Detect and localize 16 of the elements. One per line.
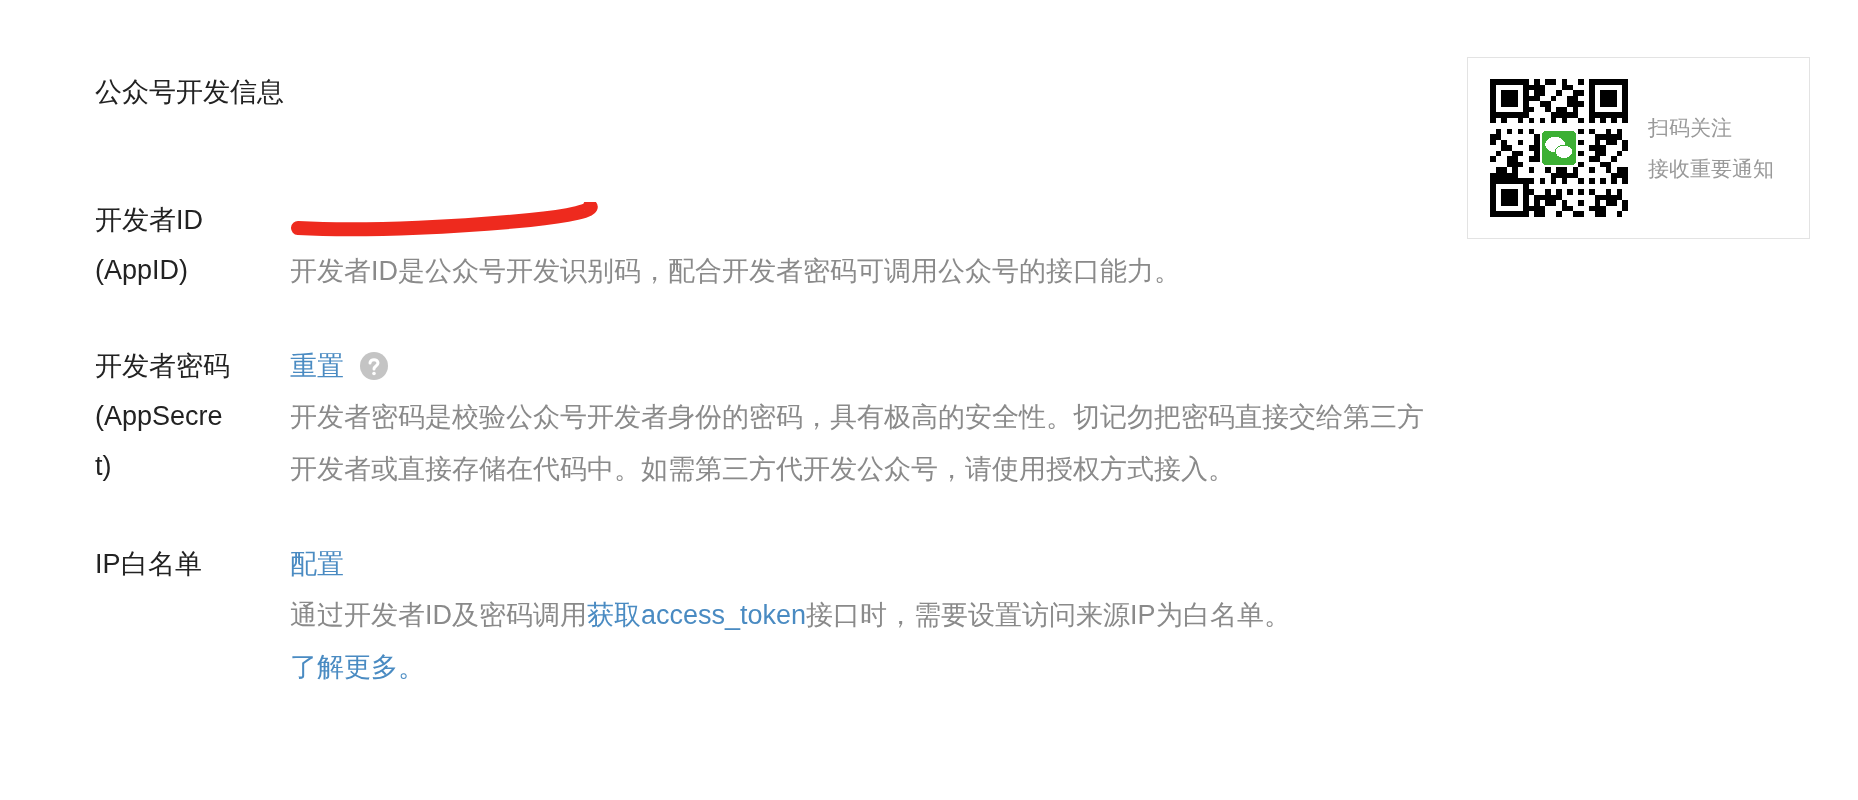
description: 开发者密码是校验公众号开发者身份的密码，具有极高的安全性。切记勿把密码直接交给第三方开发者或直接存储在代码中。如需第三方代开发公众号，请使用授权方式接入。 xyxy=(290,401,1424,486)
section-title: 公众号开发信息 xyxy=(95,76,285,109)
action-link[interactable]: 重置 xyxy=(290,345,344,387)
description: 开发者ID是公众号开发识别码，配合开发者密码可调用公众号的接口能力。 xyxy=(290,255,1181,288)
link[interactable]: 获取access_token xyxy=(587,600,807,630)
help-icon[interactable] xyxy=(360,352,388,380)
description: 通过开发者ID及密码调用获取access_token接口时，需要设置访问来源IP为白名单。 了解更多。 xyxy=(290,599,1292,684)
field-sublabel: (AppSecret) xyxy=(95,400,224,483)
field-sublabel: (AppID) xyxy=(95,254,190,287)
link[interactable]: 了解更多。 xyxy=(290,652,425,682)
qr-caption: 扫码关注 xyxy=(1648,114,1733,141)
field-label: 开发者密码 xyxy=(95,350,231,383)
qr-caption: 接收重要通知 xyxy=(1648,156,1774,182)
field-label: 开发者ID xyxy=(95,204,204,237)
field-label: IP白名单 xyxy=(95,548,203,581)
action-link[interactable]: 配置 xyxy=(290,543,344,585)
